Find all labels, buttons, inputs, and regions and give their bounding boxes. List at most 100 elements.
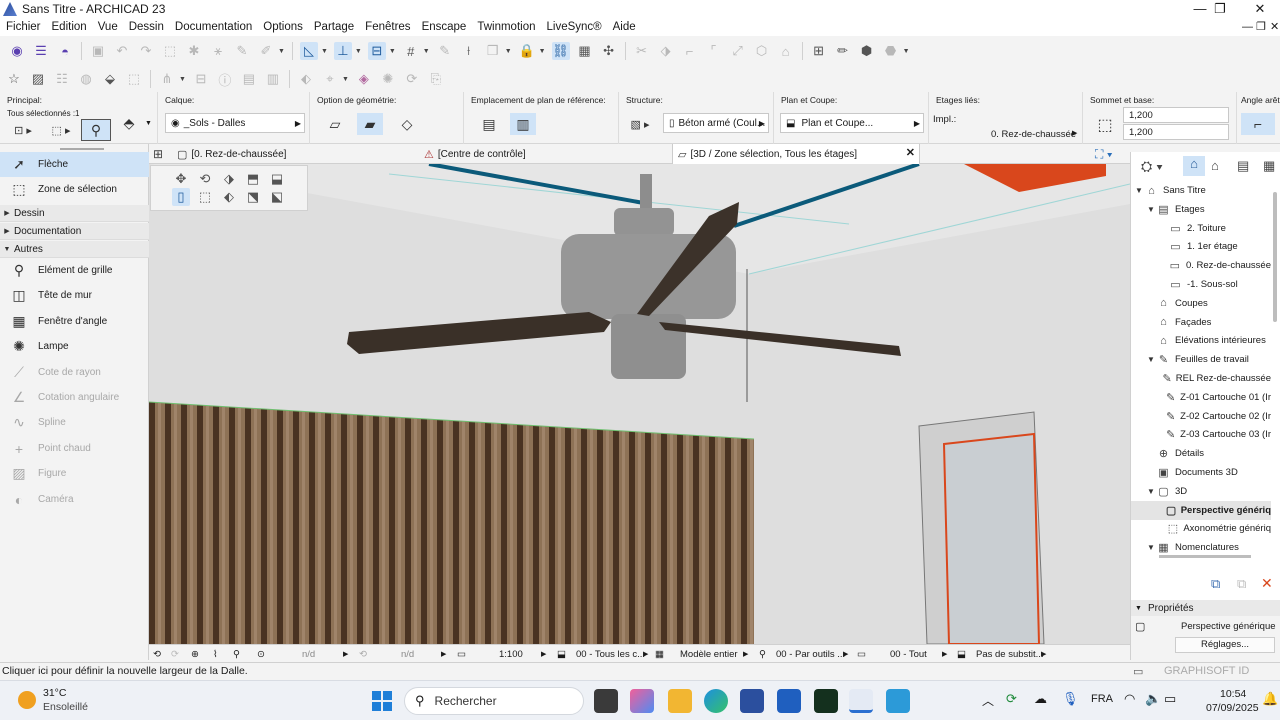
navigator-item[interactable]: ▼ ⌂ Sans Titre — [1131, 181, 1271, 200]
chevron-up-icon[interactable]: ︿ — [982, 692, 994, 709]
layer-combo-value[interactable]: 00 - Tous les c... — [576, 645, 645, 663]
structure-field[interactable]: ▯ Béton armé (Coul... ▶ — [663, 113, 769, 133]
orbit-icon[interactable]: ⌇ — [213, 645, 218, 663]
chevron-down-icon[interactable]: ▼ — [903, 48, 910, 55]
tool-fleche[interactable]: ➚ Flèche — [0, 152, 149, 177]
wifi-icon[interactable]: ◠ — [1124, 691, 1135, 707]
base-input[interactable]: 1,200 — [1123, 124, 1229, 140]
close-icon[interactable]: ✕ — [1240, 0, 1280, 18]
copilot-icon[interactable] — [630, 689, 654, 713]
chevron-down-icon[interactable]: ▼ — [1134, 186, 1144, 195]
temperature[interactable]: 31°C — [43, 687, 66, 699]
navigator-item[interactable]: ▢ Perspective génériq — [1131, 500, 1271, 520]
layers-icon[interactable]: ☰ — [32, 42, 50, 60]
edge-angle-icon[interactable]: ⌐ — [1241, 113, 1275, 135]
menu-options[interactable]: Options — [263, 21, 303, 33]
cloud-icon[interactable]: ☁ — [1034, 691, 1047, 707]
sync-tray-icon[interactable]: ⟳ — [1006, 691, 1017, 707]
language-indicator[interactable]: FRA — [1091, 693, 1113, 705]
snap-guide-icon[interactable]: ⊥ — [333, 42, 352, 60]
section-dessin[interactable]: ▶ Dessin — [0, 205, 149, 222]
microphone-icon[interactable]: 🎙 — [1062, 691, 1079, 707]
chevron-down-icon[interactable]: ▼ — [1146, 543, 1156, 552]
undo-icon[interactable]: ↶ — [113, 42, 131, 60]
chevron-right-icon[interactable]: ▶ — [1072, 129, 1077, 137]
new-view-icon[interactable]: ⧉ — [1211, 576, 1220, 592]
navigator-item[interactable]: ⊕ Détails — [1131, 444, 1271, 463]
render-icon[interactable]: ◈ — [355, 70, 373, 88]
graphisoft-id[interactable]: GRAPHISOFT ID — [1164, 665, 1249, 677]
panel-icon[interactable]: ▭ — [1133, 665, 1143, 678]
tool-spline[interactable]: ∿ Spline — [0, 410, 149, 435]
chevron-right-icon[interactable]: ▶ — [541, 645, 546, 663]
chevron-down-icon[interactable]: ▼ — [1146, 487, 1156, 496]
chevron-down-icon[interactable]: ▼ — [342, 76, 349, 83]
archicad-taskbar-icon[interactable] — [849, 689, 873, 713]
tab-rez-de-chaussee[interactable]: ▢ [0. Rez-de-chaussée] — [173, 144, 388, 164]
menu-aide[interactable]: Aide — [613, 21, 636, 33]
publisher-icon[interactable]: ▦ — [1263, 158, 1275, 174]
section-autres[interactable]: ▼ Autres — [0, 241, 149, 258]
navigator-item[interactable]: ✎ Z-02 Cartouche 02 (Ir — [1131, 407, 1271, 426]
move-icon[interactable]: ✥ — [172, 170, 190, 188]
offset-icon[interactable]: ⬗ — [657, 42, 675, 60]
restore-icon[interactable]: ❐ — [1200, 0, 1240, 18]
graphic-override-value[interactable]: 00 - Tout — [890, 645, 927, 663]
elevate-icon[interactable]: ⬒ — [244, 170, 262, 188]
delete-view-icon[interactable]: ✕ — [1261, 575, 1273, 592]
table-icon[interactable]: ▤ — [240, 70, 258, 88]
chevron-right-icon[interactable]: ▶ — [441, 645, 446, 663]
plan-coupe-field[interactable]: ⬓ Plan et Coupe... ▶ — [780, 113, 924, 133]
chevron-right-icon[interactable]: ▶ — [843, 645, 848, 663]
view-map-icon[interactable]: ⌂ — [1211, 158, 1219, 173]
star-icon[interactable]: ☆ — [5, 70, 23, 88]
tool-cote-rayon[interactable]: ⟋ Cote de rayon — [0, 360, 149, 385]
redo-zoom-icon[interactable]: ⟳ — [171, 645, 179, 663]
navigator-item[interactable]: ▣ Documents 3D — [1131, 463, 1271, 482]
scale-value[interactable]: 1:100 — [499, 645, 523, 663]
renovation-value[interactable]: Pas de substit... — [976, 645, 1044, 663]
selection-mode-icon[interactable]: ⬚ ▸ — [44, 119, 78, 141]
tag-icon[interactable]: ⌖ — [321, 70, 339, 88]
slab-rotated-icon[interactable]: ◇ — [394, 113, 420, 135]
align-icon[interactable]: ⊞ — [810, 42, 828, 60]
surface-icon[interactable]: ⬚ — [125, 70, 143, 88]
menu-dessin[interactable]: Dessin — [129, 21, 164, 33]
mesh-icon[interactable]: ⊟ — [192, 70, 210, 88]
chevron-right-icon[interactable]: ▶ — [743, 645, 748, 663]
file-explorer-icon[interactable] — [668, 689, 692, 713]
clock-time[interactable]: 10:54 — [1220, 688, 1246, 700]
navigator-item[interactable]: ⌂ Façades — [1131, 313, 1271, 332]
defender-icon[interactable] — [777, 689, 801, 713]
tool-lampe[interactable]: ✺ Lampe — [0, 334, 149, 359]
magic-wand-icon[interactable]: ⚹ — [209, 42, 227, 60]
hierarchy-icon[interactable]: ⋔ — [158, 70, 176, 88]
navigator-item[interactable]: ⌂ Coupes — [1131, 294, 1271, 313]
impl-value[interactable]: 0. Rez-de-chaussée — [991, 129, 1076, 140]
tool-camera[interactable]: ◐ Caméra — [0, 487, 149, 512]
save-icon[interactable]: ▣ — [89, 42, 107, 60]
trim-icon[interactable]: ⟊ — [460, 42, 478, 60]
notifications-icon[interactable]: 🔔 — [1262, 691, 1278, 707]
chevron-down-icon[interactable]: ▼ — [145, 120, 152, 127]
navigator-item[interactable]: ✎ Z-03 Cartouche 03 (Ir — [1131, 425, 1271, 444]
adjust-icon[interactable]: ⤢ — [729, 42, 747, 60]
walk-icon[interactable]: ⚲ — [233, 645, 240, 663]
redo-icon[interactable]: ↷ — [137, 42, 155, 60]
slab-flat-icon[interactable]: ▱ — [322, 113, 348, 135]
doc-close-icon[interactable]: ✕ — [1270, 18, 1279, 36]
chevron-right-icon[interactable]: ▶ — [643, 645, 648, 663]
menu-partage[interactable]: Partage — [314, 21, 354, 33]
geometry-method-icon[interactable]: ⬘ — [114, 112, 144, 134]
mirror-icon[interactable]: ⬗ — [220, 170, 238, 188]
tool-fenetre-angle[interactable]: ▦ Fenêtre d'angle — [0, 309, 149, 334]
lock-icon[interactable]: 🔒 — [518, 42, 536, 60]
tool-cotation-angulaire[interactable]: ∠ Cotation angulaire — [0, 385, 149, 410]
light-icon[interactable]: ✺ — [379, 70, 397, 88]
weather[interactable]: Ensoleillé — [43, 701, 88, 713]
picture-icon[interactable]: ▨ — [29, 70, 47, 88]
toolbox-grip[interactable] — [60, 148, 104, 150]
structure-type-icon[interactable]: ▧ ▸ — [625, 113, 655, 135]
split-icon[interactable]: ✂ — [633, 42, 651, 60]
battery-icon[interactable]: ▭ — [1164, 691, 1176, 707]
